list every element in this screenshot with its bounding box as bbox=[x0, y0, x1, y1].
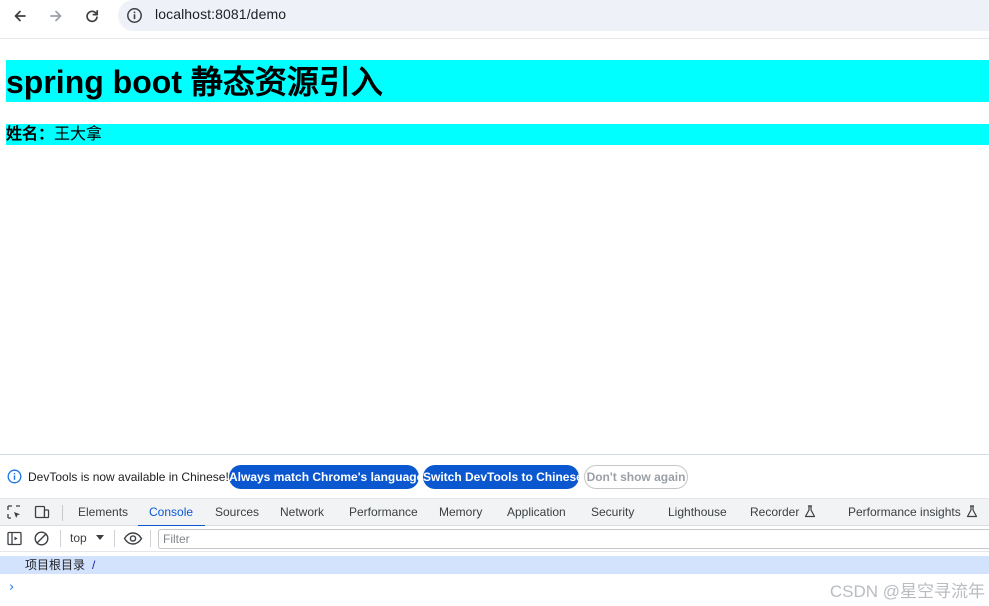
experiment-flask-icon bbox=[966, 505, 977, 518]
toolbar-separator bbox=[150, 530, 151, 547]
tab-security[interactable]: Security bbox=[591, 499, 634, 526]
page-heading: spring boot 静态资源引入 bbox=[6, 60, 989, 102]
tab-memory[interactable]: Memory bbox=[439, 499, 482, 526]
info-icon bbox=[7, 469, 22, 484]
console-message-row: 项目根目录 / bbox=[0, 556, 989, 574]
console-message-arg: / bbox=[92, 558, 96, 572]
tab-lighthouse[interactable]: Lighthouse bbox=[668, 499, 727, 526]
name-paragraph: 姓名：王大拿 bbox=[6, 124, 989, 145]
address-bar[interactable]: localhost:8081/demo bbox=[118, 0, 989, 31]
switch-to-chinese-button[interactable]: Switch DevTools to Chinese bbox=[423, 465, 583, 489]
notice-text: DevTools is now available in Chinese! bbox=[28, 470, 229, 484]
reload-button[interactable] bbox=[79, 3, 105, 29]
live-expression-eye-icon[interactable] bbox=[123, 530, 143, 547]
devtools-tabbar: Elements Console Sources Network Perform… bbox=[0, 498, 989, 527]
console-toolbar: top bbox=[0, 526, 989, 552]
tab-elements[interactable]: Elements bbox=[78, 499, 128, 526]
context-dropdown-icon[interactable] bbox=[96, 535, 104, 540]
watermark: CSDN @星空寻流年 bbox=[829, 582, 985, 601]
filter-input[interactable] bbox=[158, 529, 989, 549]
reload-icon bbox=[86, 9, 99, 23]
site-info-icon[interactable] bbox=[126, 7, 143, 24]
tab-performance-insights-label: Performance insights bbox=[848, 505, 961, 519]
sidebar-toggle-icon[interactable] bbox=[6, 530, 23, 547]
tab-recorder-label: Recorder bbox=[750, 505, 800, 519]
context-selector[interactable]: top bbox=[70, 531, 87, 545]
name-value: 王大拿 bbox=[54, 126, 103, 143]
browser-toolbar: localhost:8081/demo bbox=[0, 0, 989, 32]
experiment-flask-icon bbox=[805, 505, 816, 518]
inspect-element-icon[interactable] bbox=[6, 504, 22, 520]
clear-console-icon[interactable] bbox=[33, 530, 50, 547]
toolbar-separator bbox=[60, 530, 61, 547]
tab-application[interactable]: Application bbox=[507, 499, 566, 526]
always-match-language-button[interactable]: Always match Chrome's language bbox=[229, 465, 423, 489]
forward-button[interactable] bbox=[43, 3, 69, 29]
console-prompt[interactable]: › bbox=[9, 580, 14, 595]
back-button[interactable] bbox=[7, 3, 33, 29]
url-text: localhost:8081/demo bbox=[155, 6, 287, 22]
toolbar-separator bbox=[114, 530, 115, 547]
arrow-right-icon bbox=[50, 10, 62, 22]
tab-separator bbox=[62, 505, 63, 521]
device-toolbar-icon[interactable] bbox=[34, 504, 50, 520]
tab-console[interactable]: Console bbox=[137, 499, 206, 527]
tab-sources[interactable]: Sources bbox=[215, 499, 259, 526]
toolbar-divider bbox=[0, 38, 989, 39]
console-message-text: 项目根目录 bbox=[25, 558, 86, 572]
tab-performance[interactable]: Performance bbox=[349, 499, 418, 526]
tab-recorder[interactable]: Recorder bbox=[750, 499, 816, 526]
name-label: 姓名： bbox=[6, 126, 55, 143]
tab-performance-insights[interactable]: Performance insights bbox=[848, 499, 978, 526]
tab-network[interactable]: Network bbox=[280, 499, 324, 526]
language-notice: DevTools is now available in Chinese! Al… bbox=[0, 455, 989, 497]
arrow-left-icon bbox=[14, 10, 26, 22]
dont-show-again-button[interactable]: Don't show again bbox=[584, 465, 688, 489]
